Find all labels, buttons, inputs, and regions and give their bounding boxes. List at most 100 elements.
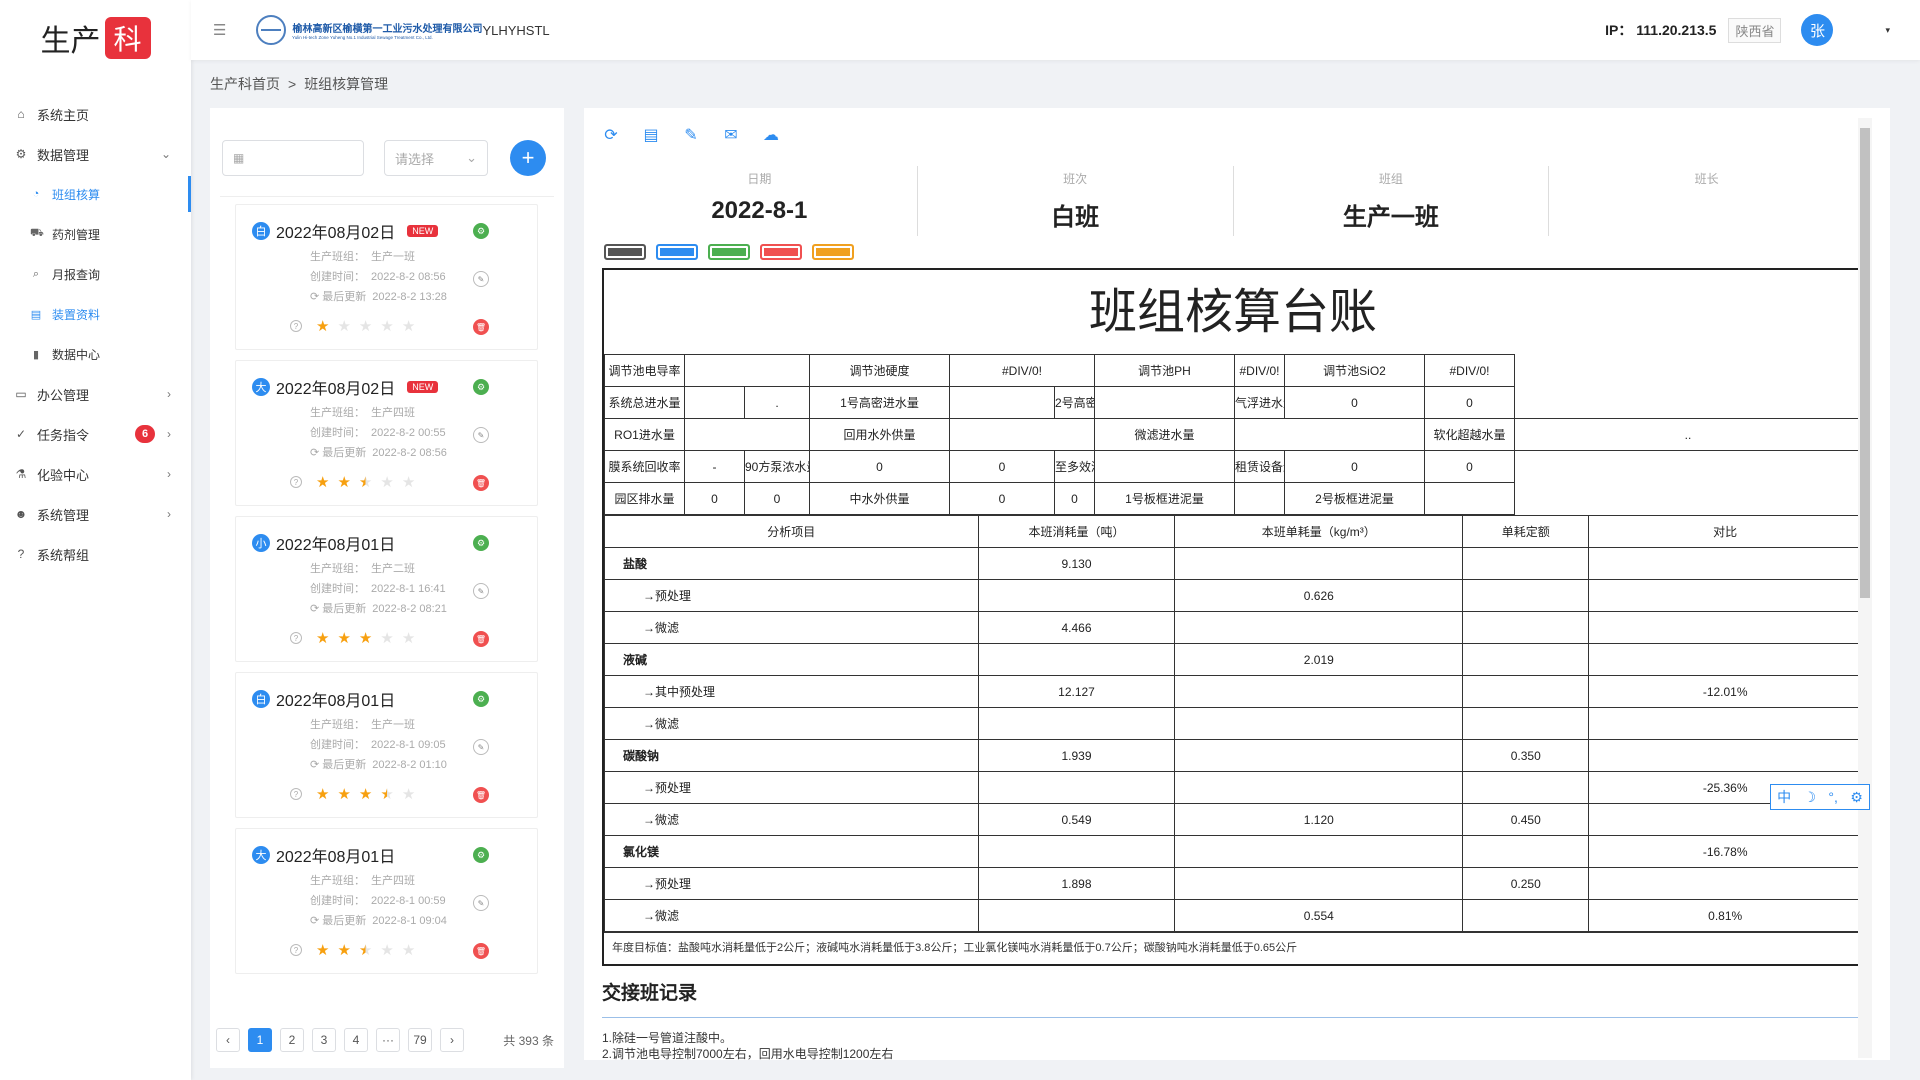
comment-icon[interactable]: ✉ — [722, 126, 740, 144]
record-card[interactable]: 白 2022年08月02日 NEW ⚙ 生产班组： 生产一班 创建时间： 2022-8-2 0… — [235, 204, 538, 350]
ime-toolbar-item[interactable]: 中 — [1777, 787, 1791, 807]
star-icon[interactable]: ★ — [316, 473, 329, 491]
page-button[interactable]: 1 — [248, 1028, 272, 1052]
page-button[interactable]: 4 — [344, 1028, 368, 1052]
sidebar-subitem[interactable]: ⛟ 药剂管理 — [0, 214, 191, 254]
star-icon[interactable]: ★ — [380, 473, 393, 491]
star-icon[interactable]: ★ — [337, 473, 350, 491]
shift-select[interactable]: 请选择 ⌄ — [384, 140, 488, 176]
star-icon[interactable]: ★ — [337, 317, 350, 335]
star-icon[interactable]: ★ — [337, 785, 350, 803]
ime-toolbar-item[interactable]: ☽ — [1804, 789, 1817, 806]
color-chip[interactable] — [656, 244, 698, 260]
edit-icon[interactable]: ✎ — [682, 126, 700, 144]
sidebar-subitem[interactable]: ◔ 班组核算 — [0, 174, 191, 214]
edit-icon[interactable]: ✎ — [473, 739, 489, 755]
ime-toolbar-item[interactable]: °, — [1828, 789, 1838, 805]
star-icon[interactable]: ★ — [316, 317, 329, 335]
menu-collapse-icon[interactable]: ☰ — [213, 21, 226, 39]
meta-label: 生产班组： — [310, 875, 365, 887]
sidebar-item[interactable]: ▭ 办公管理 › — [0, 374, 191, 414]
sidebar-item[interactable]: ? 系统帮组 — [0, 534, 191, 574]
star-icon[interactable]: ★ — [380, 941, 393, 959]
record-card[interactable]: 白 2022年08月01日 ⚙ 生产班组： 生产一班 创建时间： 2022-8-1 09:0… — [235, 672, 538, 818]
breadcrumb-home[interactable]: 生产科首页 — [210, 76, 280, 92]
delete-icon[interactable]: 🗑 — [473, 943, 489, 959]
star-icon[interactable]: ★ — [402, 785, 415, 803]
ime-toolbar-item[interactable]: ⚙ — [1850, 789, 1863, 806]
app-logo[interactable]: 生产 科 — [0, 0, 191, 76]
sidebar-item[interactable]: ⚗ 化验中心 › — [0, 454, 191, 494]
page-button[interactable]: 2 — [280, 1028, 304, 1052]
page-button[interactable]: 3 — [312, 1028, 336, 1052]
upload-cloud-icon[interactable]: ☁ — [762, 126, 780, 144]
star-icon[interactable]: ★ — [380, 629, 393, 647]
delete-icon[interactable]: 🗑 — [473, 631, 489, 647]
next-page-button[interactable]: › — [440, 1028, 464, 1052]
avatar[interactable]: 张 — [1801, 14, 1834, 46]
pdf-icon[interactable]: ▤ — [642, 126, 660, 144]
color-chip[interactable] — [708, 244, 750, 260]
ime-floating-toolbar[interactable]: 中 ☽ °, ⚙ — [1770, 784, 1870, 810]
edit-icon[interactable]: ✎ — [473, 271, 489, 287]
settings-icon[interactable]: ⚙ — [473, 691, 489, 707]
record-card[interactable]: 小 2022年08月01日 ⚙ 生产班组： 生产二班 创建时间： 2022-8-1 16:4… — [235, 516, 538, 662]
rating[interactable]: ? ★ ★ ★ ★ ★ — [290, 941, 415, 959]
grid-cell — [1094, 450, 1235, 483]
settings-icon[interactable]: ⚙ — [473, 535, 489, 551]
star-icon[interactable]: ★ — [402, 941, 415, 959]
page-button[interactable]: 79 — [408, 1028, 432, 1052]
record-card[interactable]: 大 2022年08月01日 ⚙ 生产班组： 生产四班 创建时间： 2022-8-1 00:5… — [235, 828, 538, 974]
delete-icon[interactable]: 🗑 — [473, 319, 489, 335]
date-picker[interactable]: ▦ — [222, 140, 364, 176]
color-chip[interactable] — [604, 244, 646, 260]
edit-icon[interactable]: ✎ — [473, 427, 489, 443]
sidebar-subitem-label: 装置资料 — [52, 307, 101, 322]
sidebar-item[interactable]: ✓ 任务指令 6 › — [0, 414, 191, 454]
star-icon[interactable]: ★ — [380, 785, 393, 803]
star-icon[interactable]: ★ — [402, 317, 415, 335]
sidebar-subitem[interactable]: ▤ 装置资料 — [0, 294, 191, 334]
rating[interactable]: ? ★ ★ ★ ★ ★ — [290, 629, 415, 647]
rating[interactable]: ? ★ ★ ★ ★ ★ — [290, 473, 415, 491]
sidebar-item[interactable]: ⚙ 数据管理 ⌄ — [0, 134, 191, 174]
star-icon[interactable]: ★ — [402, 629, 415, 647]
color-chip[interactable] — [812, 244, 854, 260]
delete-icon[interactable]: 🗑 — [473, 787, 489, 803]
sidebar-item[interactable]: ⌂ 系统主页 — [0, 94, 191, 134]
grid-cell: 1号板框进泥量 — [1094, 482, 1235, 515]
star-icon[interactable]: ★ — [402, 473, 415, 491]
star-icon[interactable]: ★ — [337, 629, 350, 647]
rating[interactable]: ? ★ ★ ★ ★ ★ — [290, 317, 415, 335]
star-icon[interactable]: ★ — [359, 629, 372, 647]
scrollbar[interactable] — [1858, 118, 1872, 1058]
star-icon[interactable]: ★ — [316, 785, 329, 803]
sidebar-subitem[interactable]: ⌕ 月报查询 — [0, 254, 191, 294]
analysis-value — [977, 899, 1176, 932]
caret-down-icon[interactable]: ▾ — [1885, 25, 1890, 36]
star-icon[interactable]: ★ — [359, 317, 372, 335]
star-icon[interactable]: ★ — [359, 473, 372, 491]
star-icon[interactable]: ★ — [337, 941, 350, 959]
star-icon[interactable]: ★ — [380, 317, 393, 335]
add-record-button[interactable]: + — [510, 140, 546, 176]
settings-icon[interactable]: ⚙ — [473, 847, 489, 863]
sidebar-item[interactable]: ☻ 系统管理 › — [0, 494, 191, 534]
sidebar-subitem[interactable]: ▮ 数据中心 — [0, 334, 191, 374]
rating[interactable]: ? ★ ★ ★ ★ ★ — [290, 785, 415, 803]
edit-icon[interactable]: ✎ — [473, 895, 489, 911]
record-card[interactable]: 大 2022年08月02日 NEW ⚙ 生产班组： 生产四班 创建时间： 2022-8-2 0… — [235, 360, 538, 506]
scrollbar-thumb[interactable] — [1860, 128, 1870, 598]
edit-icon[interactable]: ✎ — [473, 583, 489, 599]
color-chip[interactable] — [760, 244, 802, 260]
star-icon[interactable]: ★ — [316, 629, 329, 647]
delete-icon[interactable]: 🗑 — [473, 475, 489, 491]
star-icon[interactable]: ★ — [359, 785, 372, 803]
star-icon[interactable]: ★ — [316, 941, 329, 959]
page-button[interactable]: ··· — [376, 1028, 400, 1052]
settings-icon[interactable]: ⚙ — [473, 223, 489, 239]
star-icon[interactable]: ★ — [359, 941, 372, 959]
refresh-icon[interactable]: ⟳ — [602, 126, 620, 144]
settings-icon[interactable]: ⚙ — [473, 379, 489, 395]
prev-page-button[interactable]: ‹ — [216, 1028, 240, 1052]
